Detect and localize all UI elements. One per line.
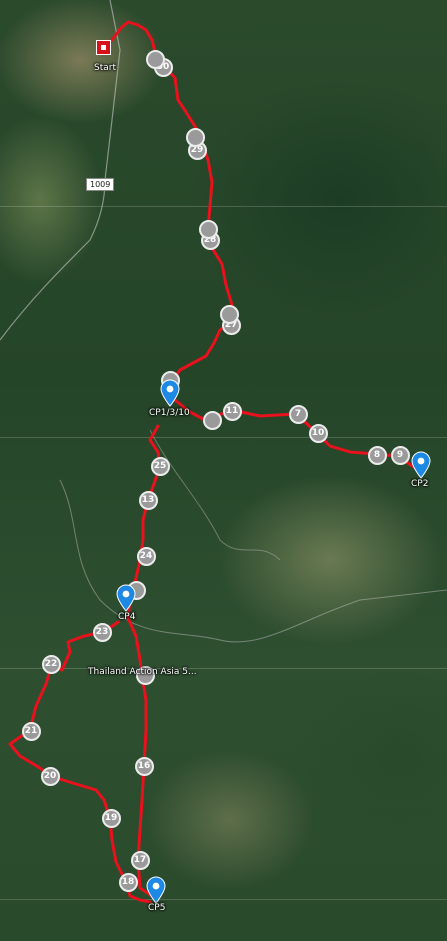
waypoint-marker[interactable]	[202, 410, 222, 430]
waypoint-marker[interactable]	[145, 49, 165, 69]
waypoint-marker[interactable]: 13	[138, 490, 158, 510]
checkpoint-label: CP1/3/10	[149, 408, 190, 418]
road-number-shield: 1009	[86, 178, 115, 191]
checkpoint-label: CP2	[411, 479, 429, 489]
checkpoint-pin-icon[interactable]	[411, 451, 431, 479]
waypoint-marker[interactable]: 9	[390, 445, 410, 465]
checkpoint-label: CP4	[118, 612, 136, 622]
waypoint-marker[interactable]: 19	[101, 808, 121, 828]
waypoint-marker[interactable]	[185, 127, 205, 147]
waypoint-marker[interactable]: 22	[41, 654, 61, 674]
road-line	[149, 429, 281, 561]
waypoint-marker[interactable]: 21	[21, 721, 41, 741]
route-line	[8, 20, 420, 904]
waypoint-marker[interactable]: 11	[222, 401, 242, 421]
waypoint-marker[interactable]: 16	[134, 756, 154, 776]
waypoint-marker[interactable]: 17	[130, 850, 150, 870]
start-marker[interactable]	[96, 40, 111, 55]
waypoint-marker[interactable]: 18	[118, 872, 138, 892]
waypoint-marker[interactable]: 20	[40, 766, 60, 786]
waypoint-marker[interactable]: 23	[92, 622, 112, 642]
waypoint-marker[interactable]	[219, 304, 239, 324]
waypoint-marker[interactable]: 24	[136, 546, 156, 566]
checkpoint-pin-icon[interactable]	[146, 876, 166, 904]
start-label: Start	[94, 63, 116, 73]
route-name-label: Thailand Action Asia 5...	[88, 667, 197, 677]
waypoint-marker[interactable]: 7	[288, 404, 308, 424]
map-overlay	[0, 0, 447, 904]
checkpoint-pin-icon[interactable]	[160, 379, 180, 407]
satellite-map[interactable]: Start 1009 30 29 28 27 11 7 10 8 9 25 13…	[0, 0, 447, 941]
waypoint-marker[interactable]: 8	[367, 445, 387, 465]
checkpoint-pin-icon[interactable]	[116, 584, 136, 612]
waypoint-marker[interactable]: 25	[150, 456, 170, 476]
waypoint-marker[interactable]: 10	[308, 423, 328, 443]
checkpoint-label: CP5	[148, 903, 166, 913]
waypoint-marker[interactable]	[198, 219, 218, 239]
